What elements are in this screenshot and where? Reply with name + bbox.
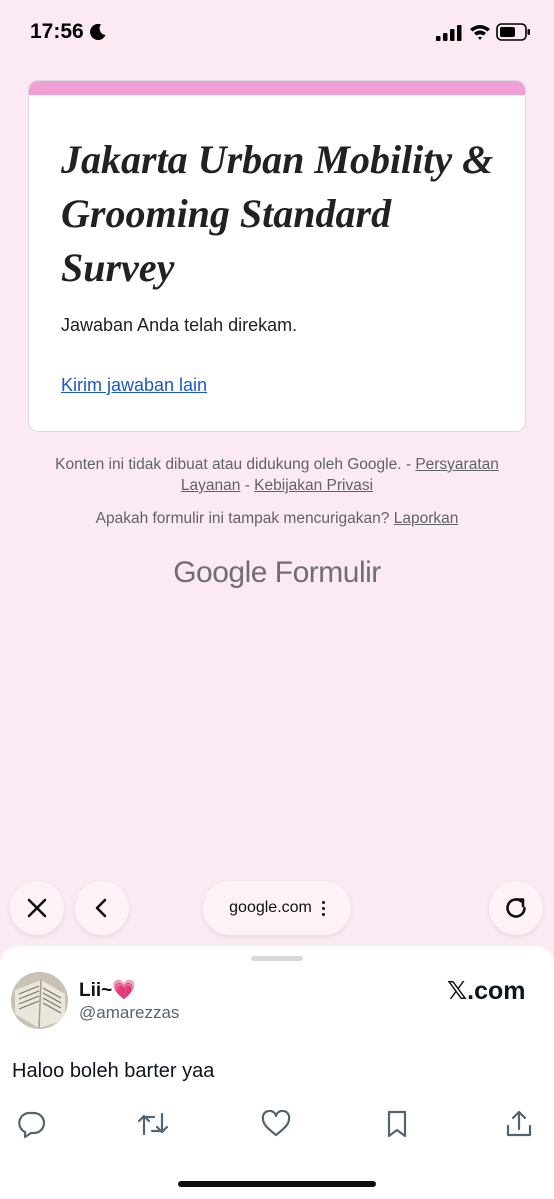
forms-wordmark: Formulir <box>274 556 382 589</box>
user-handle[interactable]: @amarezzas <box>79 1003 179 1023</box>
battery-icon <box>496 23 530 41</box>
url-text: google.com <box>229 899 312 916</box>
avatar-image <box>11 972 68 1029</box>
reload-button[interactable] <box>489 881 543 935</box>
more-icon[interactable] <box>321 900 325 916</box>
bookmark-icon <box>387 1110 407 1138</box>
report-link[interactable]: Laporkan <box>394 510 459 527</box>
sheet-grabber[interactable] <box>251 956 303 961</box>
close-icon <box>27 898 47 918</box>
disclaimer-text: Konten ini tidak dibuat atau didukung ol… <box>55 456 416 473</box>
home-indicator[interactable] <box>178 1181 376 1187</box>
google-forms-logo: Google Formulir <box>0 556 554 590</box>
tweet-sheet: Lii~💗 @amarezzas 𝕏.com Haloo boleh barte… <box>0 946 554 1199</box>
avatar[interactable] <box>11 972 68 1029</box>
back-button[interactable] <box>75 881 129 935</box>
x-logo[interactable]: 𝕏.com <box>447 976 526 1006</box>
google-disclaimer: Konten ini tidak dibuat atau didukung ol… <box>30 454 524 496</box>
bookmark-button[interactable] <box>381 1108 413 1140</box>
like-icon <box>261 1110 291 1137</box>
retweet-button[interactable] <box>137 1108 169 1140</box>
status-bar: 17:56 <box>0 0 554 66</box>
moon-icon <box>90 23 106 40</box>
reply-icon <box>18 1111 46 1139</box>
form-title: Jakarta Urban Mobility & Grooming Standa… <box>61 137 494 290</box>
signal-icon <box>436 25 462 41</box>
report-question: Apakah formulir ini tampak mencurigakan? <box>95 510 394 527</box>
like-button[interactable] <box>260 1108 292 1140</box>
card-accent-bar <box>29 81 525 95</box>
back-icon <box>95 898 107 918</box>
confirmation-message: Jawaban Anda telah direkam. <box>61 315 298 335</box>
retweet-icon <box>137 1112 169 1136</box>
google-wordmark: Google <box>173 556 267 589</box>
form-confirmation-card: Jakarta Urban Mobility & Grooming Standa… <box>28 80 526 432</box>
reply-button[interactable] <box>16 1108 48 1140</box>
status-time: 17:56 <box>30 20 84 43</box>
share-icon <box>506 1110 532 1137</box>
report-abuse: Apakah formulir ini tampak mencurigakan?… <box>30 510 524 528</box>
user-display-name[interactable]: Lii~💗 <box>79 978 136 1002</box>
close-button[interactable] <box>10 881 64 935</box>
url-bar[interactable]: google.com <box>203 881 351 935</box>
tweet-text: Haloo boleh barter yaa <box>12 1060 215 1082</box>
privacy-link[interactable]: Kebijakan Privasi <box>254 477 373 494</box>
share-button[interactable] <box>503 1108 535 1140</box>
separator: - <box>240 477 255 494</box>
submit-another-response-link[interactable]: Kirim jawaban lain <box>61 375 207 396</box>
reload-icon <box>506 898 526 918</box>
wifi-icon <box>470 25 490 40</box>
